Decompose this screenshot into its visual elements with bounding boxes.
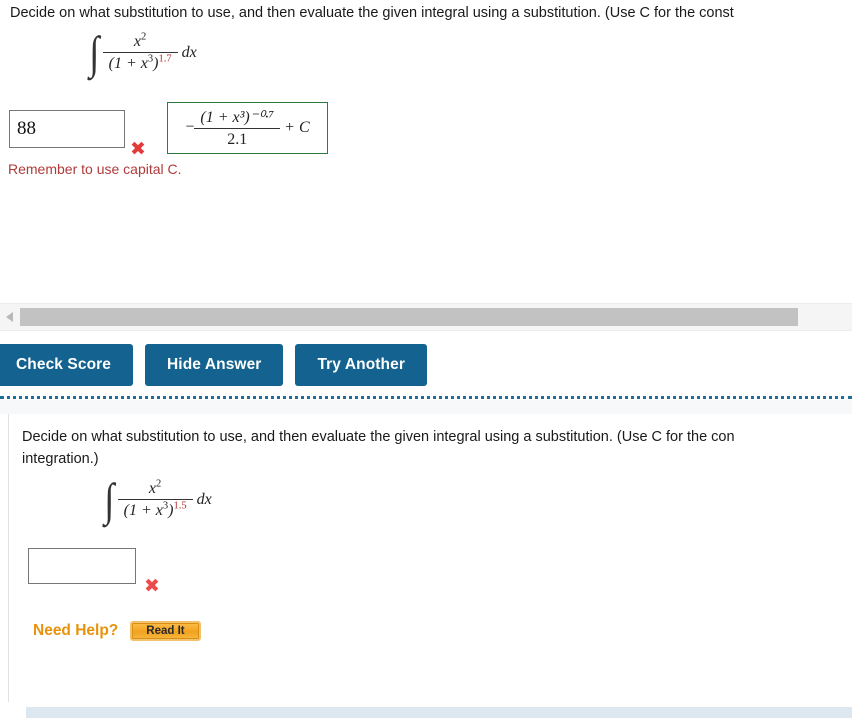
scroll-left-arrow-icon[interactable] bbox=[0, 304, 18, 330]
panel-left-border bbox=[8, 414, 9, 702]
panel-top-shade bbox=[0, 400, 852, 414]
denominator-exponent: 1.5 bbox=[173, 500, 187, 512]
need-help-row: Need Help? Read It bbox=[33, 621, 201, 641]
answer-input-two[interactable] bbox=[28, 548, 136, 584]
problem-two-section: Decide on what substitution to use, and … bbox=[0, 400, 852, 718]
answer-denominator: 2.1 bbox=[227, 131, 248, 148]
answer-constant: + C bbox=[284, 118, 310, 136]
problem-one-integral: ∫ x2 (1 + x3)1.7 dx bbox=[88, 27, 197, 79]
prompt-text: Decide on what substitution to use, and … bbox=[10, 5, 734, 21]
correct-answer-box: − (1 + x³)⁻⁰·⁷ 2.1 + C bbox=[167, 102, 328, 154]
fraction-denominator: (1 + x3)1.7 bbox=[108, 53, 172, 72]
answer-numerator: (1 + x³)⁻⁰·⁷ bbox=[194, 107, 281, 129]
section-separator bbox=[0, 396, 852, 399]
fraction-numerator: x2 bbox=[102, 31, 178, 53]
left-arrow-icon bbox=[5, 312, 13, 322]
denominator-exponent: 1.7 bbox=[158, 53, 172, 65]
capital-c-note: Remember to use capital C. bbox=[8, 161, 182, 177]
incorrect-mark-icon: ✖ bbox=[144, 575, 160, 597]
incorrect-mark-icon: ✖ bbox=[130, 138, 146, 160]
differential-dx: dx bbox=[196, 491, 212, 508]
fraction-denominator: (1 + x3)1.5 bbox=[123, 500, 187, 519]
answer-fraction: (1 + x³)⁻⁰·⁷ 2.1 bbox=[194, 107, 281, 149]
problem-two-prompt: Decide on what substitution to use, and … bbox=[22, 427, 852, 471]
integral-sign: ∫ bbox=[89, 27, 100, 79]
differential-dx: dx bbox=[181, 44, 197, 61]
bottom-blue-bar bbox=[26, 707, 852, 718]
prompt-line-one: Decide on what substitution to use, and … bbox=[22, 429, 735, 445]
need-help-label: Need Help? bbox=[33, 622, 119, 639]
fraction-numerator: x2 bbox=[117, 478, 193, 500]
action-button-row: Check Score Hide Answer Try Another bbox=[0, 344, 427, 386]
correct-answer-expression: − (1 + x³)⁻⁰·⁷ 2.1 + C bbox=[185, 107, 309, 149]
horizontal-scrollbar[interactable] bbox=[0, 303, 852, 331]
try-another-button[interactable]: Try Another bbox=[295, 344, 427, 386]
hide-answer-button[interactable]: Hide Answer bbox=[145, 344, 284, 386]
prompt-line-two: integration.) bbox=[22, 450, 99, 467]
check-score-button[interactable]: Check Score bbox=[0, 344, 134, 386]
answer-sign: − bbox=[185, 118, 195, 136]
problem-one-prompt: Decide on what substitution to use, and … bbox=[10, 3, 734, 24]
integral-fraction: x2 (1 + x3)1.5 bbox=[117, 478, 193, 520]
numerator-exponent: 2 bbox=[156, 478, 162, 490]
integral-sign: ∫ bbox=[104, 474, 115, 526]
answer-input-one[interactable] bbox=[9, 110, 125, 148]
numerator-exponent: 2 bbox=[141, 31, 147, 43]
scrollbar-thumb[interactable] bbox=[20, 308, 798, 326]
problem-two-integral: ∫ x2 (1 + x3)1.5 dx bbox=[103, 474, 212, 526]
read-it-button[interactable]: Read It bbox=[130, 621, 201, 641]
integral-fraction: x2 (1 + x3)1.7 bbox=[102, 31, 178, 73]
